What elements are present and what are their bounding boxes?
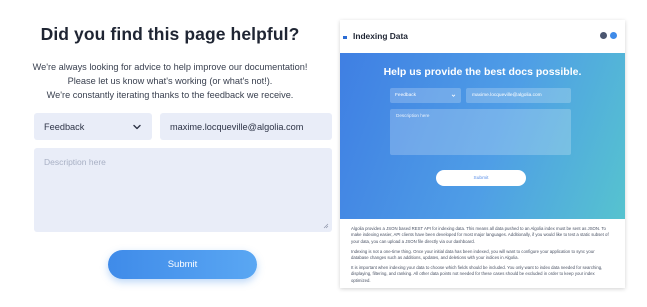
feedback-form: Did you find this page helpful? We're al… bbox=[0, 0, 340, 307]
page-preview: Indexing Data Help us provide the best d… bbox=[340, 20, 625, 288]
banner-description-placeholder: Description here bbox=[396, 113, 430, 118]
intro-text: We're always looking for advice to help … bbox=[0, 60, 340, 102]
banner-type-select[interactable]: Feedback bbox=[390, 88, 461, 103]
intro-line: We're constantly iterating thanks to the… bbox=[46, 90, 294, 100]
banner-email-field[interactable]: maxime.locqueville@algolia.com bbox=[466, 88, 571, 103]
resize-grip-icon[interactable] bbox=[323, 223, 329, 229]
article-paragraph: Indexing is not a one-time thing. Once y… bbox=[351, 248, 595, 261]
banner-description-textarea[interactable]: Description here bbox=[390, 109, 571, 155]
github-icon[interactable] bbox=[600, 32, 607, 39]
chevron-down-icon bbox=[451, 94, 456, 97]
description-textarea[interactable]: Description here bbox=[34, 148, 332, 232]
preview-header: Indexing Data bbox=[340, 20, 625, 53]
banner-email-value: maxime.locqueville@algolia.com bbox=[472, 93, 542, 98]
intro-line: Please let us know what's working (or wh… bbox=[67, 76, 273, 86]
article-paragraph: Algolia provides a JSON based REST API f… bbox=[351, 226, 609, 244]
submit-button[interactable]: Submit bbox=[108, 250, 257, 279]
preview-title: Indexing Data bbox=[353, 31, 408, 41]
user-avatar-icon[interactable] bbox=[610, 32, 617, 39]
banner-submit-button[interactable]: Submit bbox=[436, 170, 526, 186]
banner-headline: Help us provide the best docs possible. bbox=[383, 66, 582, 78]
chevron-down-icon bbox=[133, 124, 141, 129]
article-body: Algolia provides a JSON based REST API f… bbox=[351, 226, 613, 288]
feedback-type-select[interactable]: Feedback bbox=[34, 113, 152, 140]
email-field-value: maxime.locqueville@algolia.com bbox=[170, 121, 304, 132]
banner-type-value: Feedback bbox=[395, 93, 417, 98]
feedback-type-value: Feedback bbox=[44, 121, 85, 132]
email-field[interactable]: maxime.locqueville@algolia.com bbox=[160, 113, 332, 140]
article-paragraph: It is important when indexing your data … bbox=[351, 265, 603, 283]
description-placeholder: Description here bbox=[44, 157, 106, 167]
page-title: Did you find this page helpful? bbox=[40, 24, 300, 44]
feedback-banner: Help us provide the best docs possible. … bbox=[340, 53, 625, 219]
menu-accent-icon bbox=[343, 36, 347, 39]
header-icons bbox=[600, 32, 617, 39]
intro-line: We're always looking for advice to help … bbox=[32, 62, 308, 72]
